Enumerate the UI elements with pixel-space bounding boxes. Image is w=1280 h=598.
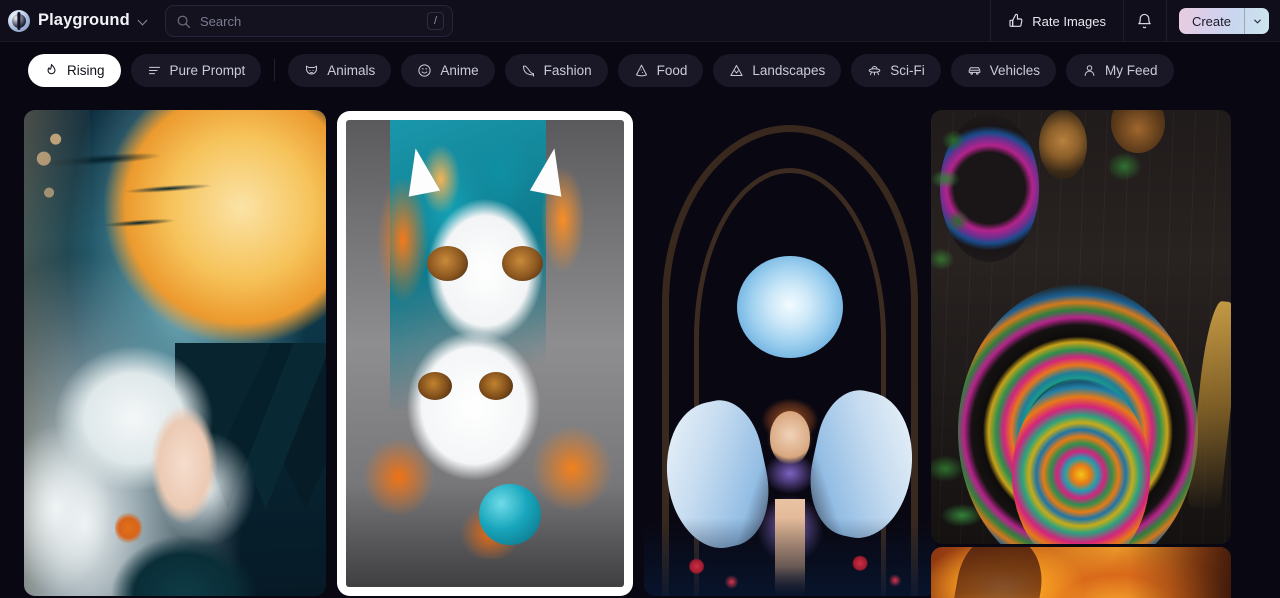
search-input[interactable] [191,13,427,29]
decoration [945,547,1049,598]
filter-chip-animals[interactable]: Animals [288,53,392,87]
header-actions: Rate Images Create [990,0,1280,42]
decoration [1087,123,1165,210]
image-gallery-grid [0,98,1280,598]
decoration [132,401,236,567]
filter-chip-label: Fashion [543,62,592,78]
notifications-button[interactable] [1124,0,1166,42]
filter-chip-label: Food [656,62,688,78]
gallery-image[interactable] [346,120,624,587]
cat-icon [306,65,318,74]
filter-chip-label: Vehicles [989,62,1040,78]
car-icon [968,66,981,75]
header-divider-3 [1165,0,1167,42]
search-icon [177,15,191,28]
create-dropdown-button[interactable] [1244,8,1269,34]
filter-chip-food[interactable]: Food [617,53,704,87]
high-heel-icon [522,65,534,77]
rate-images-button[interactable]: Rate Images [991,0,1123,42]
gallery-card[interactable] [24,110,326,596]
filter-chip-label: Rising [67,62,105,78]
gallery-image[interactable] [931,110,1231,544]
decoration [114,510,142,545]
filter-chip-label: Pure Prompt [169,62,246,78]
decoration [737,255,843,358]
app-header: Playground / Rate Images Create [0,0,1280,42]
filter-chip-label: My Feed [1105,62,1158,78]
decoration [390,316,558,503]
rate-images-label: Rate Images [1032,13,1106,29]
decoration [501,246,544,282]
brand-name: Playground [38,11,130,29]
filter-chip-label: Anime [440,62,479,78]
search-bar[interactable]: / [165,5,453,37]
playground-logo-icon [8,9,30,32]
bell-icon [1138,13,1152,28]
decoration [644,518,936,596]
brand-menu[interactable]: Playground [0,0,148,42]
decoration [769,411,811,465]
chevron-down-icon [1253,19,1261,23]
gallery-card-selected[interactable] [337,111,633,596]
filter-chip-fashion[interactable]: Fashion [504,53,608,87]
pizza-icon [635,64,647,76]
create-button[interactable]: Create [1179,8,1244,34]
person-icon [1084,64,1095,76]
gallery-image[interactable] [931,547,1231,598]
decoration [1039,110,1087,180]
filter-chip-vehicles[interactable]: Vehicles [950,53,1056,87]
ufo-icon [868,65,881,75]
search-shortcut-key: / [427,12,444,30]
filter-chip-label: Sci-Fi [890,62,925,78]
flame-icon [47,63,56,74]
filter-chip-rising[interactable]: Rising [28,53,121,87]
smiley-icon [418,63,431,77]
decoration [1129,547,1231,598]
mountain-icon [730,64,744,76]
gallery-card[interactable] [931,110,1231,544]
chip-separator [274,59,276,81]
filter-chip-pure-prompt[interactable]: Pure Prompt [130,53,262,87]
decoration [418,372,452,401]
decoration [426,246,469,282]
filter-chip-label: Animals [327,62,376,78]
lines-icon [148,66,160,74]
filter-chip-landscapes[interactable]: Landscapes [713,53,842,87]
gallery-card[interactable] [644,110,936,596]
filter-chip-my-feed[interactable]: My Feed [1066,53,1174,87]
gallery-card[interactable] [931,547,1231,598]
decoration [931,114,1027,306]
thumbs-up-icon [1009,13,1023,27]
filter-chip-label: Landscapes [752,62,826,78]
filter-chip-bar: Rising Pure Prompt Animals Anime Fashion [0,42,1280,98]
gallery-image[interactable] [644,110,936,596]
chevron-down-icon[interactable] [139,17,148,26]
filter-chip-anime[interactable]: Anime [401,53,495,87]
create-button-group[interactable]: Create [1178,8,1269,34]
gallery-image[interactable] [24,110,326,596]
filter-chip-sci-fi[interactable]: Sci-Fi [851,53,941,87]
decoration [479,372,513,401]
